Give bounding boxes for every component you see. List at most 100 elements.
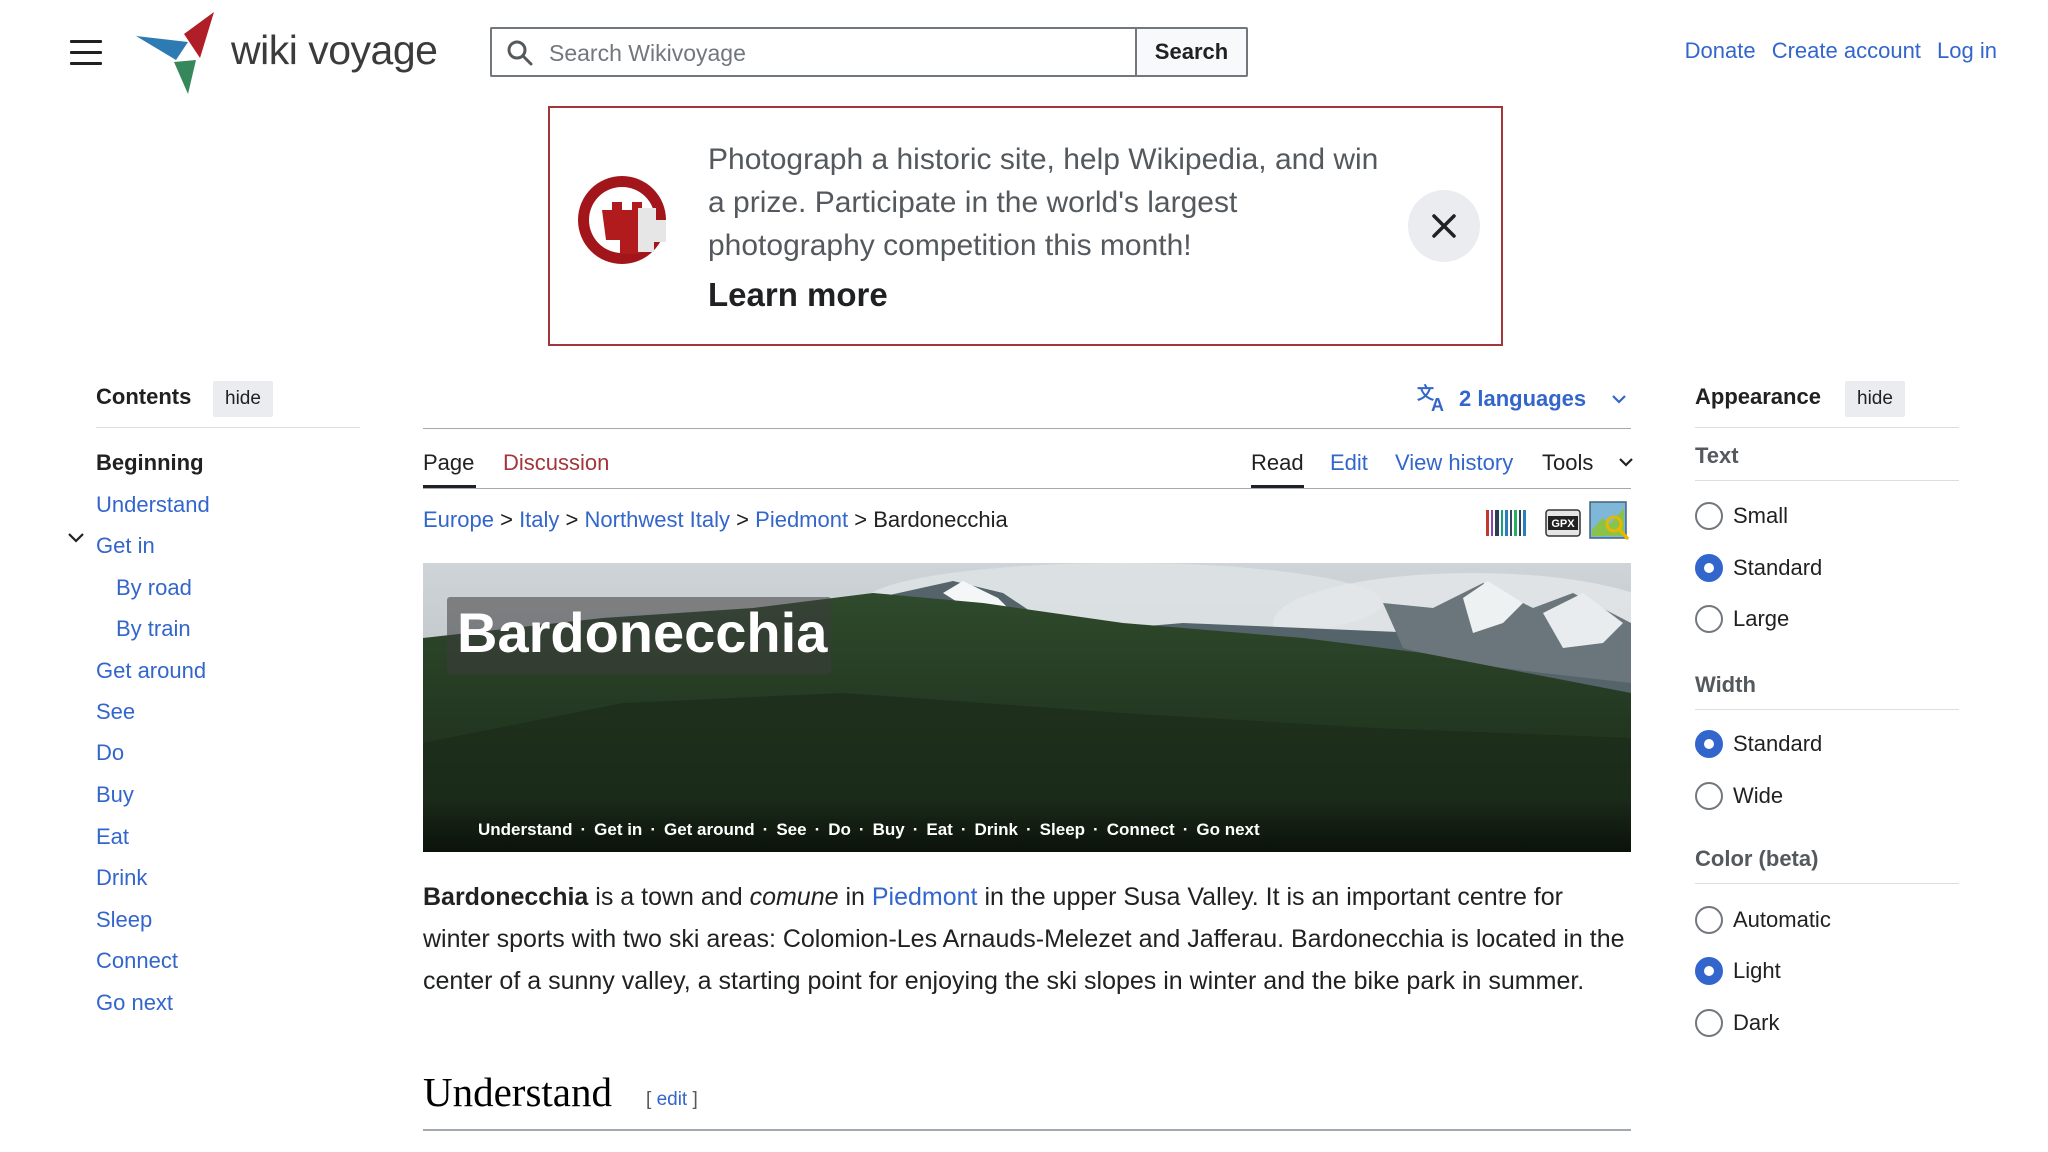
breadcrumb-current: Bardonecchia bbox=[873, 507, 1008, 532]
section-edit-link[interactable]: edit bbox=[657, 1089, 688, 1110]
width-label: Width bbox=[1695, 672, 1756, 697]
toc-hide-button[interactable]: hide bbox=[213, 381, 273, 417]
banner-nav-get-around[interactable]: Get around bbox=[664, 820, 755, 839]
toc-item-connect[interactable]: Connect bbox=[96, 948, 178, 974]
wikivoyage-logo-icon bbox=[136, 12, 214, 94]
toc-item-do[interactable]: Do bbox=[96, 740, 124, 766]
banner-nav-go-next[interactable]: Go next bbox=[1196, 820, 1259, 839]
breadcrumb-europe[interactable]: Europe bbox=[423, 507, 494, 532]
radio-button-selected[interactable] bbox=[1695, 957, 1723, 985]
toc-item-eat[interactable]: Eat bbox=[96, 824, 129, 850]
toc-item-get-in[interactable]: Get in bbox=[96, 533, 155, 559]
page-indicators: GPX bbox=[1484, 500, 1630, 542]
piedmont-link[interactable]: Piedmont bbox=[872, 883, 978, 911]
banner-nav-eat[interactable]: Eat bbox=[926, 820, 952, 839]
banner-nav-do[interactable]: Do bbox=[828, 820, 851, 839]
breadcrumb-separator: > bbox=[854, 507, 868, 532]
radio-button-selected[interactable] bbox=[1695, 554, 1723, 582]
radio-button-selected[interactable] bbox=[1695, 730, 1723, 758]
toc-item-get-around[interactable]: Get around bbox=[96, 658, 206, 684]
appearance-divider bbox=[1695, 427, 1959, 428]
radio-label: Standard bbox=[1733, 555, 1823, 580]
banner-nav-connect[interactable]: Connect bbox=[1107, 820, 1175, 839]
radio-button[interactable] bbox=[1695, 502, 1723, 530]
radio-button[interactable] bbox=[1695, 605, 1723, 633]
toc-item-by-train[interactable]: By train bbox=[116, 616, 191, 642]
page-banner: Bardonecchia Understand · Get in · Get aroun… bbox=[423, 563, 1631, 852]
banner-nav-drink[interactable]: Drink bbox=[975, 820, 1018, 839]
toc-divider bbox=[96, 427, 360, 428]
toc-item-see[interactable]: See bbox=[96, 699, 135, 725]
tab-discussion[interactable]: Discussion bbox=[503, 450, 609, 476]
edit-bracket-open: [ bbox=[646, 1089, 657, 1110]
banner-nav-sleep[interactable]: Sleep bbox=[1040, 820, 1085, 839]
color-label: Color (beta) bbox=[1695, 846, 1819, 871]
breadcrumb-northwest-italy[interactable]: Northwest Italy bbox=[585, 507, 731, 532]
radio-label: Small bbox=[1733, 503, 1789, 528]
banner-nav-get-in[interactable]: Get in bbox=[594, 820, 642, 839]
create-account-link[interactable]: Create account bbox=[1772, 38, 1921, 63]
toc-item-beginning[interactable]: Beginning bbox=[96, 450, 204, 476]
appearance-hide-button[interactable]: hide bbox=[1845, 381, 1905, 417]
toc-item-understand[interactable]: Understand bbox=[96, 492, 210, 518]
banner-nav-see[interactable]: See bbox=[776, 820, 806, 839]
log-in-link[interactable]: Log in bbox=[1937, 38, 1997, 63]
gpx-icon[interactable]: GPX bbox=[1544, 502, 1582, 542]
text-size-divider bbox=[1695, 480, 1959, 481]
donate-link[interactable]: Donate bbox=[1685, 38, 1756, 63]
toc-item-by-road[interactable]: By road bbox=[116, 575, 192, 601]
campaign-banner: Photograph a historic site, help Wikiped… bbox=[548, 106, 1503, 346]
breadcrumb-separator: > bbox=[500, 507, 513, 532]
svg-text:A: A bbox=[1431, 395, 1444, 413]
search-input[interactable] bbox=[547, 37, 1121, 69]
tab-page[interactable]: Page bbox=[423, 450, 474, 476]
section-divider bbox=[423, 1129, 1631, 1131]
barcode-icon[interactable] bbox=[1484, 502, 1528, 542]
wiki-loves-monuments-logo bbox=[578, 176, 666, 264]
breadcrumb-italy[interactable]: Italy bbox=[519, 507, 559, 532]
banner-learn-more-link[interactable]: Learn more bbox=[708, 276, 888, 314]
language-selector[interactable]: 文 A 2 languages bbox=[1417, 383, 1628, 415]
banner-text: Photograph a historic site, help Wikiped… bbox=[708, 143, 1379, 262]
toc-title: Contents bbox=[96, 384, 192, 409]
svg-text:GPX: GPX bbox=[1551, 518, 1575, 530]
toc-item-go-next[interactable]: Go next bbox=[96, 990, 173, 1016]
banner-nav-understand[interactable]: Understand bbox=[478, 820, 572, 839]
radio-button[interactable] bbox=[1695, 906, 1723, 934]
page-banner-nav: Understand · Get in · Get around · See · Do · Buy ·… bbox=[478, 820, 1260, 839]
search-button[interactable]: Search bbox=[1135, 27, 1248, 77]
search-icon bbox=[507, 40, 533, 66]
intro-text-1: is a town and bbox=[588, 883, 750, 911]
radio-button[interactable] bbox=[1695, 782, 1723, 810]
appearance-title: Appearance bbox=[1695, 384, 1821, 409]
radio-button[interactable] bbox=[1695, 1009, 1723, 1037]
tab-read[interactable]: Read bbox=[1251, 450, 1304, 476]
breadcrumb-piedmont[interactable]: Piedmont bbox=[755, 507, 848, 532]
tab-view-history[interactable]: View history bbox=[1395, 450, 1513, 476]
section-edit: [ edit ] bbox=[646, 1089, 698, 1111]
radio-label: Wide bbox=[1733, 783, 1784, 808]
search-box[interactable] bbox=[490, 27, 1135, 77]
banner-close-button[interactable] bbox=[1408, 190, 1480, 262]
banner-nav-buy[interactable]: Buy bbox=[873, 820, 905, 839]
tab-edit[interactable]: Edit bbox=[1330, 450, 1368, 476]
edit-bracket-close: ] bbox=[687, 1089, 698, 1110]
menu-icon-bar bbox=[70, 40, 102, 43]
breadcrumb-separator: > bbox=[565, 507, 579, 532]
main-menu-button[interactable] bbox=[70, 40, 102, 66]
breadcrumb: Europe > Italy > Northwest Italy > Piedm… bbox=[423, 507, 1008, 533]
text-size-label: Text bbox=[1695, 443, 1739, 468]
translate-icon: 文 A bbox=[1417, 383, 1444, 415]
tabs-divider bbox=[423, 488, 1631, 489]
tab-tools[interactable]: Tools bbox=[1542, 450, 1635, 476]
chevron-down-icon bbox=[1619, 458, 1634, 467]
map-icon[interactable] bbox=[1588, 500, 1630, 542]
toc-item-drink[interactable]: Drink bbox=[96, 865, 147, 891]
toc-item-buy[interactable]: Buy bbox=[96, 782, 134, 808]
language-count: 2 languages bbox=[1459, 386, 1587, 411]
article-subject: Bardonecchia bbox=[423, 883, 589, 911]
chevron-down-icon[interactable] bbox=[66, 528, 86, 548]
menu-icon-bar bbox=[70, 51, 102, 54]
toc-item-sleep[interactable]: Sleep bbox=[96, 907, 152, 933]
wikivoyage-logo[interactable]: wiki voyage bbox=[134, 12, 438, 96]
